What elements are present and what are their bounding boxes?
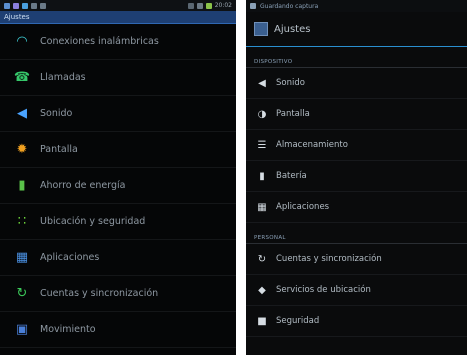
motion-icon: ▣ (15, 322, 29, 337)
settings-item[interactable]: ▮ Ahorro de energía (0, 168, 236, 204)
settings-item[interactable]: ☰ Almacenamiento (246, 130, 467, 161)
left-title-bar: Ajustes (0, 11, 236, 24)
right-settings-screen: Guardando captura Ajustes DISPOSITIVO ◀ So… (246, 0, 467, 355)
location-icon: ◆ (258, 284, 266, 296)
settings-item-label: Conexiones inalámbricas (40, 36, 159, 47)
settings-item-label: Cuentas y sincronización (276, 254, 382, 264)
settings-item[interactable]: ■ Seguridad (246, 306, 467, 337)
battery-icon: ▮ (18, 178, 26, 193)
settings-item[interactable]: ▦ Aplicaciones (0, 240, 236, 276)
settings-item-label: Sonido (40, 108, 73, 119)
settings-item[interactable]: ◀ Sonido (246, 68, 467, 99)
wifi-icon: ◠ (16, 34, 28, 49)
settings-item[interactable]: ☎ Llamadas (0, 60, 236, 96)
sun-icon: ✹ (16, 142, 28, 157)
message-icon (13, 2, 19, 9)
download-icon (22, 2, 28, 9)
settings-item-label: Pantalla (276, 109, 310, 119)
settings-item[interactable]: ↻ Cuentas y sincronización (246, 244, 467, 275)
section-header: PERSONAL (246, 229, 467, 244)
settings-item-label: Ahorro de energía (40, 180, 126, 191)
left-page-title: Ajustes (4, 13, 30, 21)
usb-icon (31, 2, 37, 9)
section-header: DISPOSITIVO (246, 53, 467, 68)
signal-icon (196, 2, 203, 9)
screenshot-notification: Guardando captura (246, 0, 467, 12)
left-status-bar: 20:02 (0, 0, 236, 11)
settings-item[interactable]: ◠ Conexiones inalámbricas (0, 24, 236, 60)
notification-text: Guardando captura (260, 2, 319, 10)
sync-icon: ↻ (16, 286, 28, 301)
settings-item-label: Sonido (276, 78, 305, 88)
settings-item-label: Batería (276, 171, 307, 181)
settings-item-label: Seguridad (276, 316, 320, 326)
left-settings-screen: 20:02 Ajustes ◠ Conexiones inalámbricas ☎ L… (0, 0, 236, 355)
phone-icon: ☎ (13, 70, 31, 85)
brightness-icon: ◑ (257, 108, 267, 120)
settings-item-label: Movimiento (40, 324, 96, 335)
notification-icon (4, 2, 10, 9)
battery-icon: ▮ (259, 170, 265, 182)
settings-item-label: Aplicaciones (40, 252, 100, 263)
screenshot-icon (250, 3, 256, 9)
warning-icon (40, 2, 46, 9)
speaker-icon: ◀ (258, 77, 266, 89)
settings-item-label: Pantalla (40, 144, 78, 155)
right-page-title: Ajustes (274, 23, 311, 35)
settings-item[interactable]: ∷ Ubicación y seguridad (0, 204, 236, 240)
status-time: 20:02 (214, 2, 232, 9)
settings-item-label: Aplicaciones (276, 202, 330, 212)
settings-item-label: Cuentas y sincronización (40, 288, 159, 299)
settings-item-label: Llamadas (40, 72, 86, 83)
settings-app-icon (254, 22, 268, 36)
right-settings-list: DISPOSITIVO ◀ Sonido ◑ Pantalla ☰ Almacenamien… (246, 53, 467, 337)
settings-item[interactable]: ▦ Aplicaciones (246, 192, 467, 223)
left-settings-list: ◠ Conexiones inalámbricas ☎ Llamadas ◀ Sonido… (0, 24, 236, 348)
vibrate-icon (187, 2, 194, 9)
settings-item[interactable]: ▣ Movimiento (0, 312, 236, 348)
battery-status-icon (205, 2, 212, 9)
settings-item[interactable]: ◆ Servicios de ubicación (246, 275, 467, 306)
settings-item-label: Almacenamiento (276, 140, 348, 150)
settings-item-label: Servicios de ubicación (276, 285, 371, 295)
settings-item[interactable]: ◑ Pantalla (246, 99, 467, 130)
sync-icon: ↻ (257, 253, 267, 265)
settings-item-label: Ubicación y seguridad (40, 216, 146, 227)
storage-icon: ☰ (257, 139, 267, 151)
settings-item[interactable]: ◀ Sonido (0, 96, 236, 132)
settings-item[interactable]: ↻ Cuentas y sincronización (0, 276, 236, 312)
apps-icon: ▦ (15, 250, 29, 265)
lock-icon: ■ (257, 315, 267, 327)
grid-icon: ∷ (17, 214, 27, 229)
settings-item[interactable]: ✹ Pantalla (0, 132, 236, 168)
apps-icon: ▦ (257, 201, 267, 213)
speaker-icon: ◀ (17, 106, 27, 121)
right-title-bar: Ajustes (246, 12, 467, 47)
settings-item[interactable]: ▮ Batería (246, 161, 467, 192)
